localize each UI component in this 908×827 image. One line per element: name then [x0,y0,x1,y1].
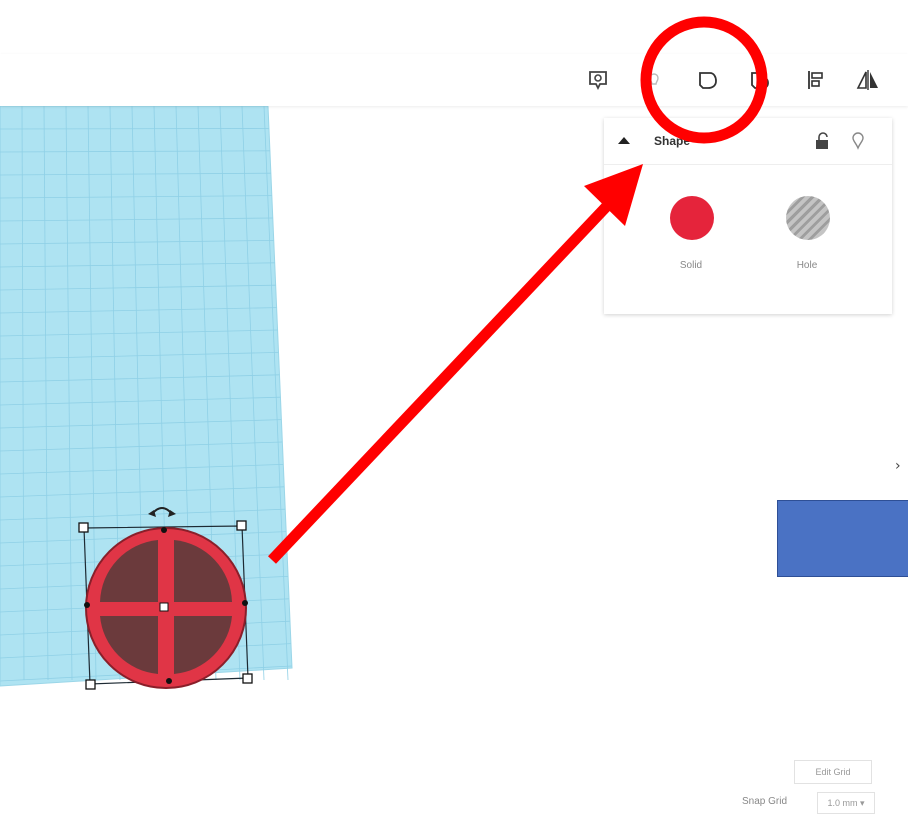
solid-option[interactable]: Solid [656,192,726,282]
panel-title: Shape [654,134,691,148]
show-all-button[interactable] [636,54,672,106]
lightbulb-icon[interactable] [848,130,868,152]
blue-shape[interactable] [777,500,908,577]
edit-grid-button[interactable]: Edit Grid [794,760,872,784]
lightbulb-icon [649,73,659,85]
group-button[interactable] [690,54,726,106]
edge-handle[interactable] [242,600,248,606]
3d-canvas[interactable]: Shape Solid Hole › Edit Grid Snap Grid 1… [0,0,908,827]
resize-handle[interactable] [242,673,253,684]
hole-option[interactable]: Hole [772,192,842,282]
ungroup-shape-icon [751,72,769,89]
solid-swatch [670,196,714,240]
hole-swatch [786,196,830,240]
resize-handle[interactable] [85,679,96,690]
note-eye-icon [589,71,607,91]
ungroup-button[interactable] [742,54,778,106]
solid-label: Solid [679,260,703,271]
align-icon [808,71,823,89]
edge-handle[interactable] [84,602,90,608]
mirror-icon [856,70,878,90]
panel-expand-chevron-icon[interactable]: › [895,458,908,482]
align-button[interactable] [798,54,834,106]
top-margin [0,0,908,54]
height-handle[interactable] [159,602,169,612]
resize-handle[interactable] [236,520,247,531]
selected-shape[interactable] [70,490,270,700]
snap-grid-label: Snap Grid [742,796,788,807]
hole-label: Hole [796,260,818,271]
annotation-arrow [268,203,610,564]
shape-panel: Shape [604,118,892,314]
snap-grid-select[interactable]: 1.0 mm ▾ [817,792,875,814]
resize-handle[interactable] [78,522,89,533]
toolbar [0,54,908,106]
mirror-button[interactable] [850,54,886,106]
group-shape-icon [699,72,717,89]
lock-icon[interactable] [812,131,832,151]
notes-button[interactable] [580,54,616,106]
rotate-handle-icon[interactable] [151,507,173,515]
edge-handle[interactable] [161,527,167,533]
collapse-caret-icon[interactable] [614,130,634,150]
edge-handle[interactable] [166,678,172,684]
panel-header: Shape [604,118,892,165]
